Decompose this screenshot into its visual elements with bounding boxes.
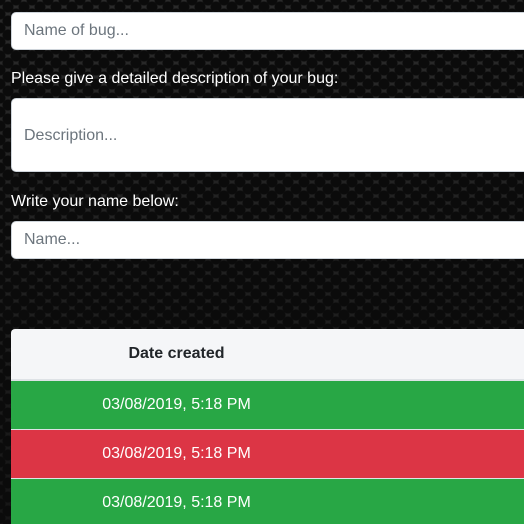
bugs-table: Date created 03/08/2019, 5:18 PM 03/08/2… xyxy=(11,329,524,524)
date-created-cell: 03/08/2019, 5:18 PM xyxy=(102,445,251,462)
table-row[interactable]: 03/08/2019, 5:18 PM xyxy=(11,380,524,429)
table-header: Date created xyxy=(11,329,524,380)
description-input[interactable] xyxy=(11,98,524,172)
table-row[interactable]: 03/08/2019, 5:18 PM xyxy=(11,429,524,478)
description-label: Please give a detailed description of yo… xyxy=(11,70,339,87)
bug-name-input[interactable] xyxy=(11,12,524,50)
date-created-cell: 03/08/2019, 5:18 PM xyxy=(102,494,251,511)
reporter-name-input[interactable] xyxy=(11,221,524,259)
column-header-date-created[interactable]: Date created xyxy=(11,345,342,363)
reporter-name-label: Write your name below: xyxy=(11,193,179,210)
table-row[interactable]: 03/08/2019, 5:18 PM xyxy=(11,478,524,524)
date-created-cell: 03/08/2019, 5:18 PM xyxy=(102,396,251,413)
